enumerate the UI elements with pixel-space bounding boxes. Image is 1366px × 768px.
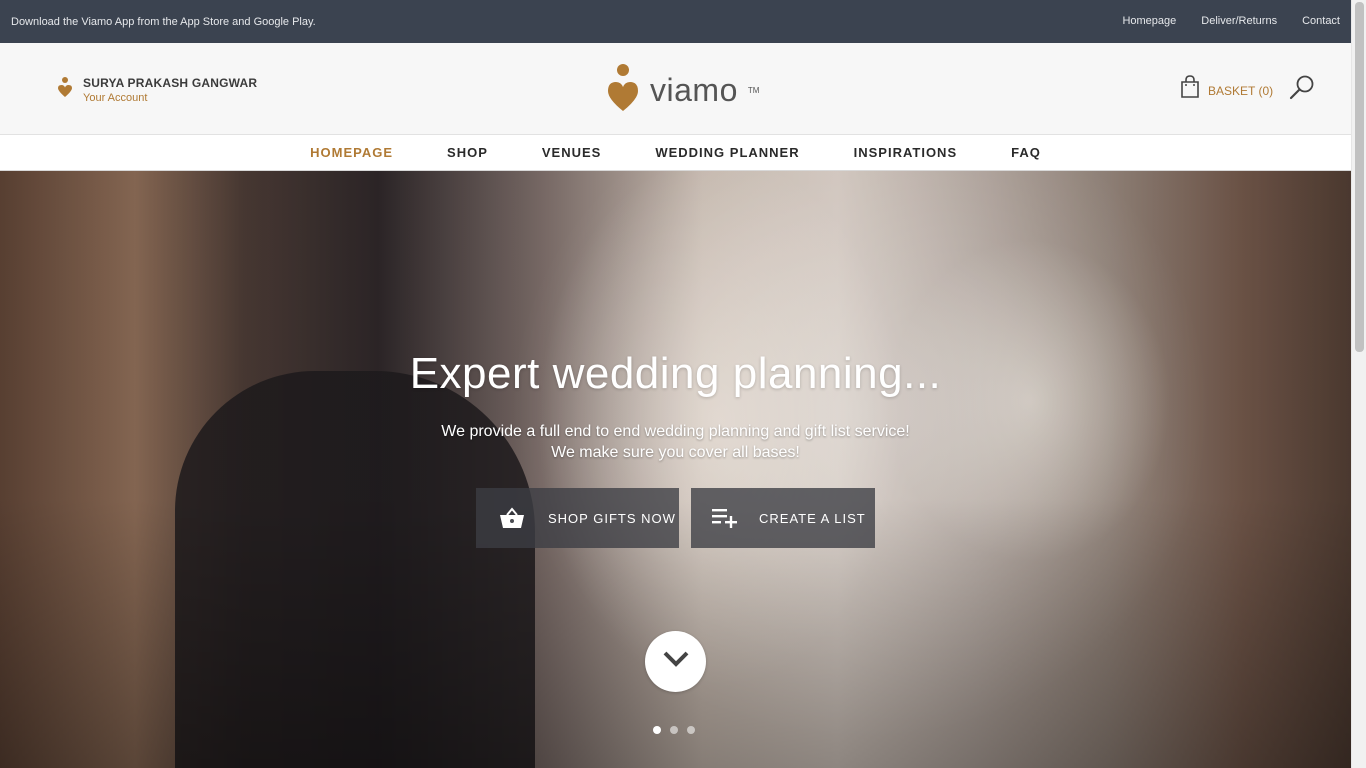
main-navigation: HOMEPAGE SHOP VENUES WEDDING PLANNER INS… [0,135,1351,171]
viamo-logo[interactable]: viamo TM [606,64,759,117]
hero-subtitle-line-2: We make sure you cover all bases! [551,444,800,461]
page-scrollbar[interactable] [1351,0,1366,768]
nav-item-faq[interactable]: FAQ [1011,145,1041,160]
nav-item-homepage[interactable]: HOMEPAGE [310,145,393,160]
shopping-bag-icon [1180,75,1200,104]
account-name: SURYA PRAKASH GANGWAR [83,76,258,90]
site-header: SURYA PRAKASH GANGWAR Your Account viamo… [0,43,1351,135]
logo-mark-icon [606,64,640,117]
search-icon [1289,75,1315,104]
slider-dot-3[interactable] [687,726,695,734]
slider-dot-2[interactable] [670,726,678,734]
slider-dot-1[interactable] [653,726,661,734]
shop-gifts-label: SHOP GIFTS NOW [548,510,676,526]
basket-label: BASKET (0) [1208,83,1274,98]
logo-trademark: TM [747,86,760,95]
top-bar: Download the Viamo App from the App Stor… [0,0,1351,43]
create-list-label: CREATE A LIST [759,510,866,526]
hero-subtitle-line-1: We provide a full end to end wedding pla… [441,423,910,440]
app-promo-text: Download the Viamo App from the App Stor… [11,16,316,28]
scroll-down-button[interactable] [645,631,706,692]
hero-slider: Expert wedding planning... We provide a … [0,171,1351,768]
your-account-link[interactable]: Your Account [83,92,257,104]
basket-icon [476,507,548,529]
account-link[interactable]: SURYA PRAKASH GANGWAR Your Account [57,76,257,104]
top-links: Homepage Deliver/Returns Contact [1122,15,1340,27]
nav-item-wedding-planner[interactable]: WEDDING PLANNER [655,145,799,160]
slider-dots [653,726,695,734]
logo-wordmark: viamo [650,72,738,108]
top-link-contact[interactable]: Contact [1302,15,1340,27]
top-link-homepage[interactable]: Homepage [1122,15,1176,27]
playlist-add-icon [691,508,759,528]
create-list-button[interactable]: CREATE A LIST [691,488,875,548]
nav-item-venues[interactable]: VENUES [542,145,601,160]
account-icon [57,76,73,103]
hero-subtitle: We provide a full end to end wedding pla… [0,421,1351,463]
search-button[interactable] [1289,74,1315,105]
chevron-down-icon [663,651,689,672]
top-link-deliver-returns[interactable]: Deliver/Returns [1201,15,1277,27]
hero-title: Expert wedding planning... [409,349,942,398]
nav-item-inspirations[interactable]: INSPIRATIONS [854,145,958,160]
basket-button[interactable]: BASKET (0) [1180,75,1273,104]
nav-item-shop[interactable]: SHOP [447,145,488,160]
scrollbar-thumb[interactable] [1355,2,1364,352]
shop-gifts-button[interactable]: SHOP GIFTS NOW [476,488,679,548]
